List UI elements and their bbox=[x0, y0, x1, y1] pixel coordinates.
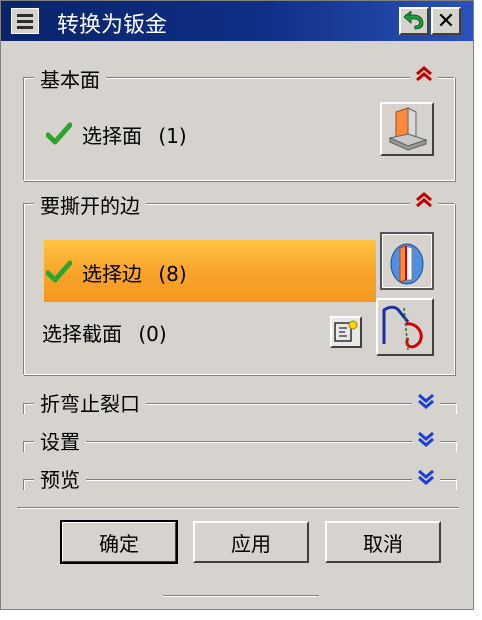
settings-group: 设置 bbox=[23, 426, 457, 455]
select-section-label: 选择截面 bbox=[42, 322, 122, 346]
reset-arrow-icon bbox=[403, 11, 424, 30]
preview-group: 预览 bbox=[23, 464, 457, 493]
sketch-section-button[interactable] bbox=[330, 316, 362, 348]
close-button[interactable]: ✕ bbox=[431, 7, 461, 35]
checkmark-icon bbox=[46, 122, 72, 145]
edge-select-button[interactable] bbox=[380, 232, 434, 290]
title-bar[interactable]: 转换为钣金 ✕ bbox=[1, 1, 473, 41]
convert-to-sheet-metal-dialog: 转换为钣金 ✕ 基本面 选择面 (1) 要撕开的边 选择边 (8) 选择截面 (… bbox=[0, 0, 474, 610]
chevron-up-icon[interactable] bbox=[410, 66, 438, 86]
dialog-title: 转换为钣金 bbox=[57, 13, 168, 38]
curve-section-button[interactable] bbox=[376, 298, 434, 356]
chevron-down-icon[interactable] bbox=[412, 431, 440, 451]
close-icon: ✕ bbox=[436, 8, 456, 34]
resize-grip[interactable] bbox=[163, 595, 319, 597]
ok-button[interactable]: 确定 bbox=[60, 520, 178, 564]
select-face-count: (1) bbox=[158, 124, 187, 148]
face-select-icon bbox=[388, 107, 428, 151]
preview-label[interactable]: 预览 bbox=[34, 464, 86, 493]
reset-button[interactable] bbox=[399, 7, 429, 35]
edge-select-icon bbox=[390, 243, 424, 285]
cancel-button[interactable]: 取消 bbox=[325, 521, 441, 563]
chevron-down-icon[interactable] bbox=[412, 393, 440, 413]
select-section-count: (0) bbox=[138, 322, 167, 346]
base-face-label: 基本面 bbox=[34, 64, 106, 93]
chevron-up-icon[interactable] bbox=[410, 192, 438, 212]
sketch-section-icon bbox=[334, 320, 358, 342]
footer-separator bbox=[17, 507, 459, 509]
base-face-group: 基本面 选择面 (1) bbox=[23, 64, 455, 181]
bend-relief-label[interactable]: 折弯止裂口 bbox=[34, 388, 146, 417]
select-face-row[interactable]: 选择面 (1) bbox=[82, 120, 187, 149]
rip-edges-group: 要撕开的边 选择边 (8) 选择截面 (0) bbox=[23, 190, 455, 375]
chevron-down-icon[interactable] bbox=[412, 469, 440, 489]
system-menu-icon[interactable] bbox=[11, 8, 39, 34]
select-face-label: 选择面 bbox=[82, 124, 142, 148]
curve-section-icon bbox=[382, 305, 423, 351]
select-edge-text: 选择边 (8) bbox=[82, 258, 187, 287]
checkmark-icon bbox=[46, 260, 72, 283]
select-edge-row[interactable]: 选择边 (8) bbox=[44, 240, 376, 302]
select-edge-label: 选择边 bbox=[82, 262, 142, 286]
settings-label[interactable]: 设置 bbox=[34, 426, 86, 455]
bend-relief-group: 折弯止裂口 bbox=[23, 388, 457, 417]
select-section-row[interactable]: 选择截面 (0) bbox=[42, 318, 167, 347]
apply-button[interactable]: 应用 bbox=[193, 521, 309, 563]
rip-edges-label: 要撕开的边 bbox=[34, 190, 146, 219]
select-edge-count: (8) bbox=[158, 262, 187, 286]
face-select-button[interactable] bbox=[380, 102, 434, 156]
